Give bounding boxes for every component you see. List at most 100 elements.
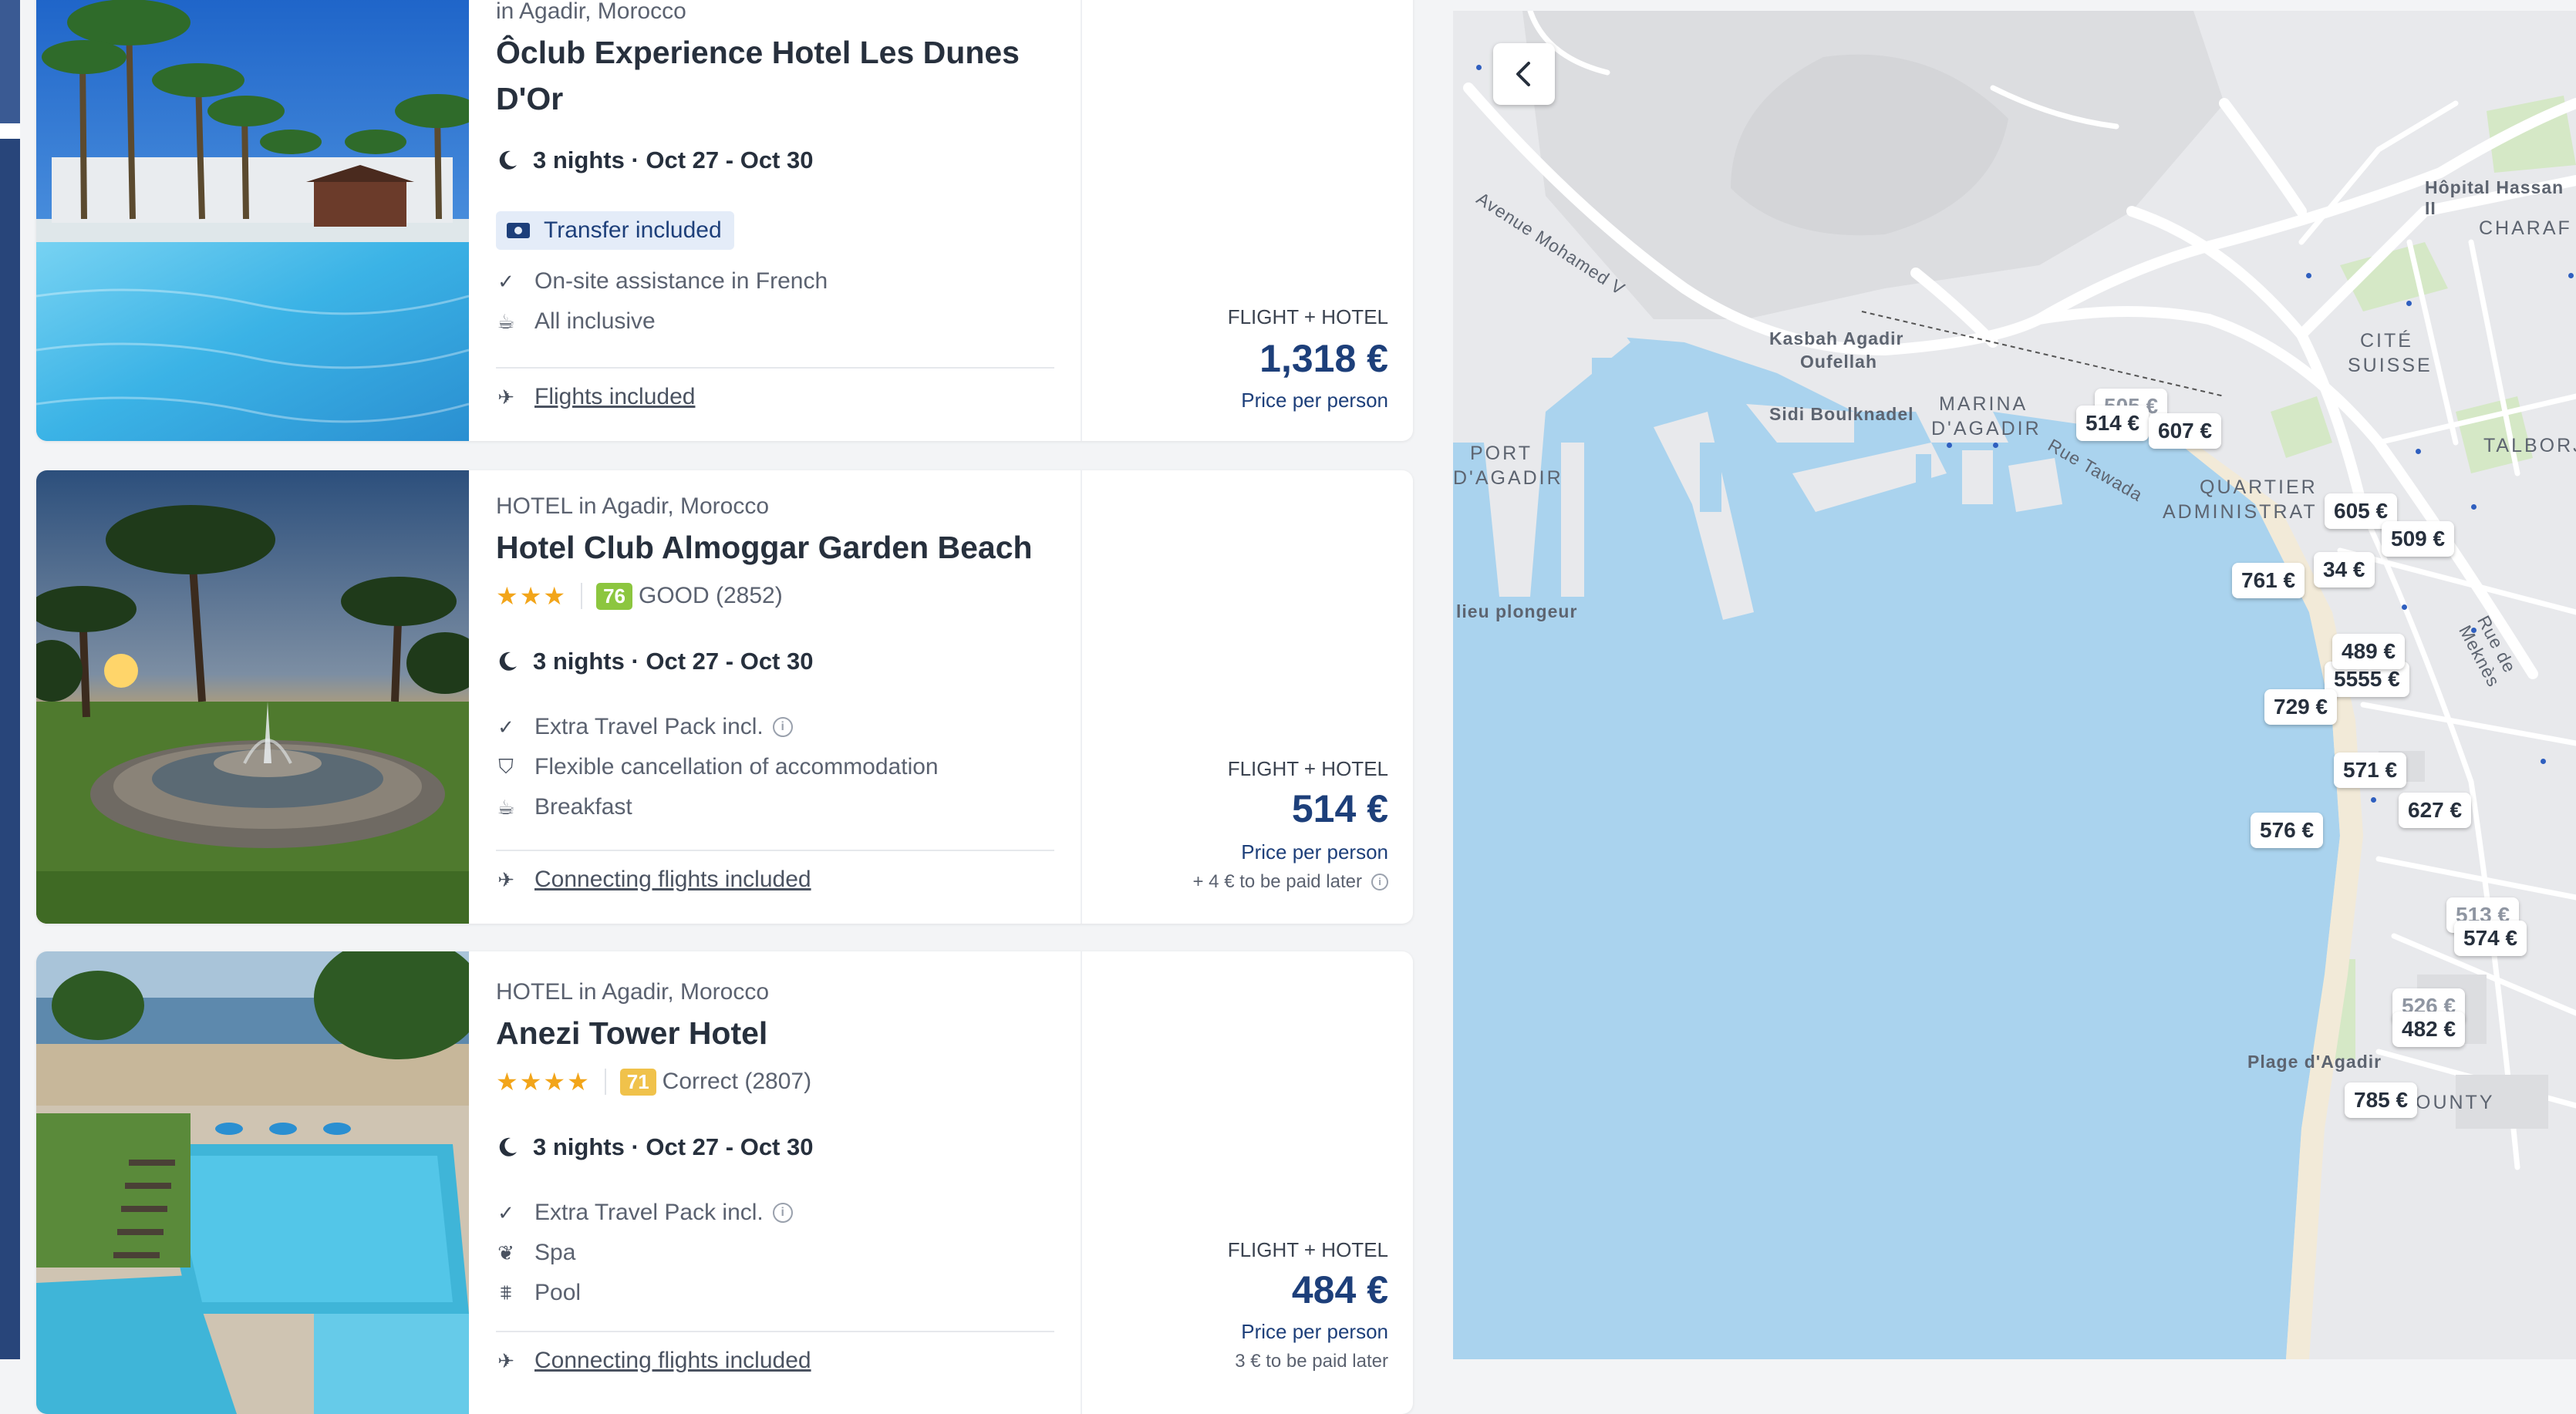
map-price-pin[interactable]: 574 € <box>2454 921 2527 956</box>
flights-link[interactable]: ✈ Connecting flights included <box>496 867 811 893</box>
feature-label: Flexible cancellation of accommodation <box>534 754 939 779</box>
map-district-label: MARINA <box>1939 393 2028 415</box>
flights-label[interactable]: Flights included <box>534 384 695 410</box>
map-price-pin[interactable]: 785 € <box>2345 1082 2418 1118</box>
stay-dates: 3 nights · Oct 27 - Oct 30 <box>496 146 813 174</box>
cup-icon: ☕ <box>497 795 515 819</box>
hotel-name[interactable]: Ôclub Experience Hotel Les Dunes <box>496 29 1020 76</box>
divider <box>496 367 1054 369</box>
feature-label: Pool <box>534 1280 582 1305</box>
feature-item: ⛉ Flexible cancellation of accommodation <box>496 754 939 780</box>
map-price-pin[interactable]: 514 € <box>2076 406 2149 441</box>
feature-item: ☕ All inclusive <box>496 308 655 335</box>
price-value[interactable]: 1,318 € <box>1259 336 1388 381</box>
map-district-label: D'AGADIR <box>1453 467 1563 489</box>
plane-icon: ✈ <box>497 385 514 409</box>
map-price-pin[interactable]: 576 € <box>2251 813 2324 848</box>
price-later-text: + 4 € to be paid later <box>1192 871 1363 892</box>
map-dot <box>2406 301 2412 306</box>
flights-link[interactable]: ✈ Flights included <box>496 384 695 410</box>
map-price-pin[interactable]: 627 € <box>2399 793 2472 828</box>
price-value[interactable]: 514 € <box>1292 786 1388 831</box>
plane-icon: ✈ <box>497 1348 514 1372</box>
moon-icon <box>499 150 517 170</box>
map-dot <box>2471 504 2477 510</box>
map-price-pin[interactable]: 761 € <box>2232 563 2305 598</box>
map-dot <box>2541 759 2546 764</box>
hotel-photo[interactable] <box>36 0 469 441</box>
map-district-label: QUARTIER <box>2200 476 2318 498</box>
info-icon[interactable]: i <box>772 1203 793 1223</box>
map-price-pin[interactable]: 571 € <box>2334 752 2407 788</box>
side-panel <box>0 139 20 1359</box>
map-price-pin[interactable]: 34 € <box>2314 552 2375 587</box>
ticket-icon <box>507 223 530 238</box>
map-dot <box>2306 273 2311 278</box>
stay-dates: 3 nights · Oct 27 - Oct 30 <box>496 648 813 675</box>
check-icon: ✓ <box>497 269 514 293</box>
price-type: FLIGHT + HOTEL <box>1227 1238 1388 1261</box>
map-price-pin[interactable]: 607 € <box>2149 413 2222 449</box>
price-type: FLIGHT + HOTEL <box>1227 305 1388 328</box>
map-place-label: lieu plongeur <box>1456 601 1578 621</box>
price-box[interactable]: FLIGHT + HOTEL 1,318 € Price per person <box>1081 0 1413 441</box>
map-dot <box>2371 797 2376 803</box>
divider <box>496 850 1054 851</box>
map-district-label: SUISSE <box>2348 355 2433 376</box>
hotel-photo[interactable] <box>36 470 469 924</box>
hotel-name-cont[interactable]: D'Or <box>496 76 563 122</box>
map-place-label: Kasbah Agadir <box>1769 328 1904 348</box>
map-view[interactable]: Avenue Mohamed V Kasbah Agadir Oufellah … <box>1453 11 2576 1359</box>
hotel-info: in Agadir, Morocco Ôclub Experience Hote… <box>496 0 1091 441</box>
collapse-map-button[interactable] <box>1493 43 1555 105</box>
hotel-card[interactable]: HOTEL in Agadir, Morocco Hotel Club Almo… <box>36 470 1413 924</box>
hotel-location: in Agadir, Morocco <box>496 0 686 24</box>
price-per-person: Price per person <box>1241 1320 1388 1343</box>
hotel-name[interactable]: Hotel Club Almoggar Garden Beach <box>496 524 1033 571</box>
price-later: + 4 € to be paid later i <box>1192 871 1388 893</box>
moon-icon <box>499 1137 517 1156</box>
feature-item: ❦ Spa <box>496 1240 575 1266</box>
hotel-photo[interactable] <box>36 951 469 1414</box>
separator <box>604 1069 606 1095</box>
price-box[interactable]: FLIGHT + HOTEL 484 € Price per person 3 … <box>1081 951 1413 1414</box>
map-district-label: D'AGADIR <box>1931 418 2042 439</box>
info-icon[interactable]: i <box>1371 874 1388 890</box>
hotel-location: HOTEL in Agadir, Morocco <box>496 979 770 1005</box>
price-value[interactable]: 484 € <box>1292 1268 1388 1312</box>
map-price-pin[interactable]: 729 € <box>2264 689 2338 725</box>
side-panel-top <box>0 0 20 123</box>
price-later-text: 3 € to be paid later <box>1235 1351 1388 1372</box>
hotel-card[interactable]: in Agadir, Morocco Ôclub Experience Hote… <box>36 0 1413 441</box>
divider <box>496 1331 1054 1332</box>
map-price-pin[interactable]: 509 € <box>2382 521 2455 557</box>
map-price-pin[interactable]: 489 € <box>2332 634 2406 669</box>
feature-item: ✓ Extra Travel Pack incl. i <box>496 714 793 740</box>
map-place-label: Plage d'Agadir <box>2247 1052 2382 1072</box>
map-dot <box>2402 604 2407 610</box>
map-price-pin[interactable]: 482 € <box>2392 1012 2466 1047</box>
feature-item: ✓ On-site assistance in French <box>496 268 828 295</box>
score-text[interactable]: GOOD (2852) <box>639 583 783 609</box>
check-icon: ✓ <box>497 715 514 739</box>
feature-label: On-site assistance in French <box>534 268 828 294</box>
flights-label[interactable]: Connecting flights included <box>534 867 811 893</box>
map-district-label: CITÉ <box>2360 330 2413 352</box>
map-district-label: CHARAF <box>2479 217 2572 239</box>
map-district-label: PORT <box>1470 443 1532 464</box>
stay-dates: 3 nights · Oct 27 - Oct 30 <box>496 1133 813 1161</box>
hotel-card[interactable]: HOTEL in Agadir, Morocco Anezi Tower Hot… <box>36 951 1413 1414</box>
map-dot <box>2416 449 2421 454</box>
shield-check-icon: ⛉ <box>498 755 514 778</box>
price-box[interactable]: FLIGHT + HOTEL 514 € Price per person + … <box>1081 470 1413 924</box>
feature-label: Spa <box>534 1240 576 1265</box>
flights-label[interactable]: Connecting flights included <box>534 1348 811 1374</box>
hotel-location: HOTEL in Agadir, Morocco <box>496 493 770 519</box>
hotel-name[interactable]: Anezi Tower Hotel <box>496 1010 767 1056</box>
info-icon[interactable]: i <box>772 717 793 737</box>
score-text[interactable]: Correct (2807) <box>663 1069 811 1095</box>
stay-dates-text: 3 nights · Oct 27 - Oct 30 <box>533 1133 814 1160</box>
map-district-label: OUNTY <box>2416 1092 2495 1113</box>
transfer-badge: Transfer included <box>496 211 734 250</box>
flights-link[interactable]: ✈ Connecting flights included <box>496 1348 811 1374</box>
